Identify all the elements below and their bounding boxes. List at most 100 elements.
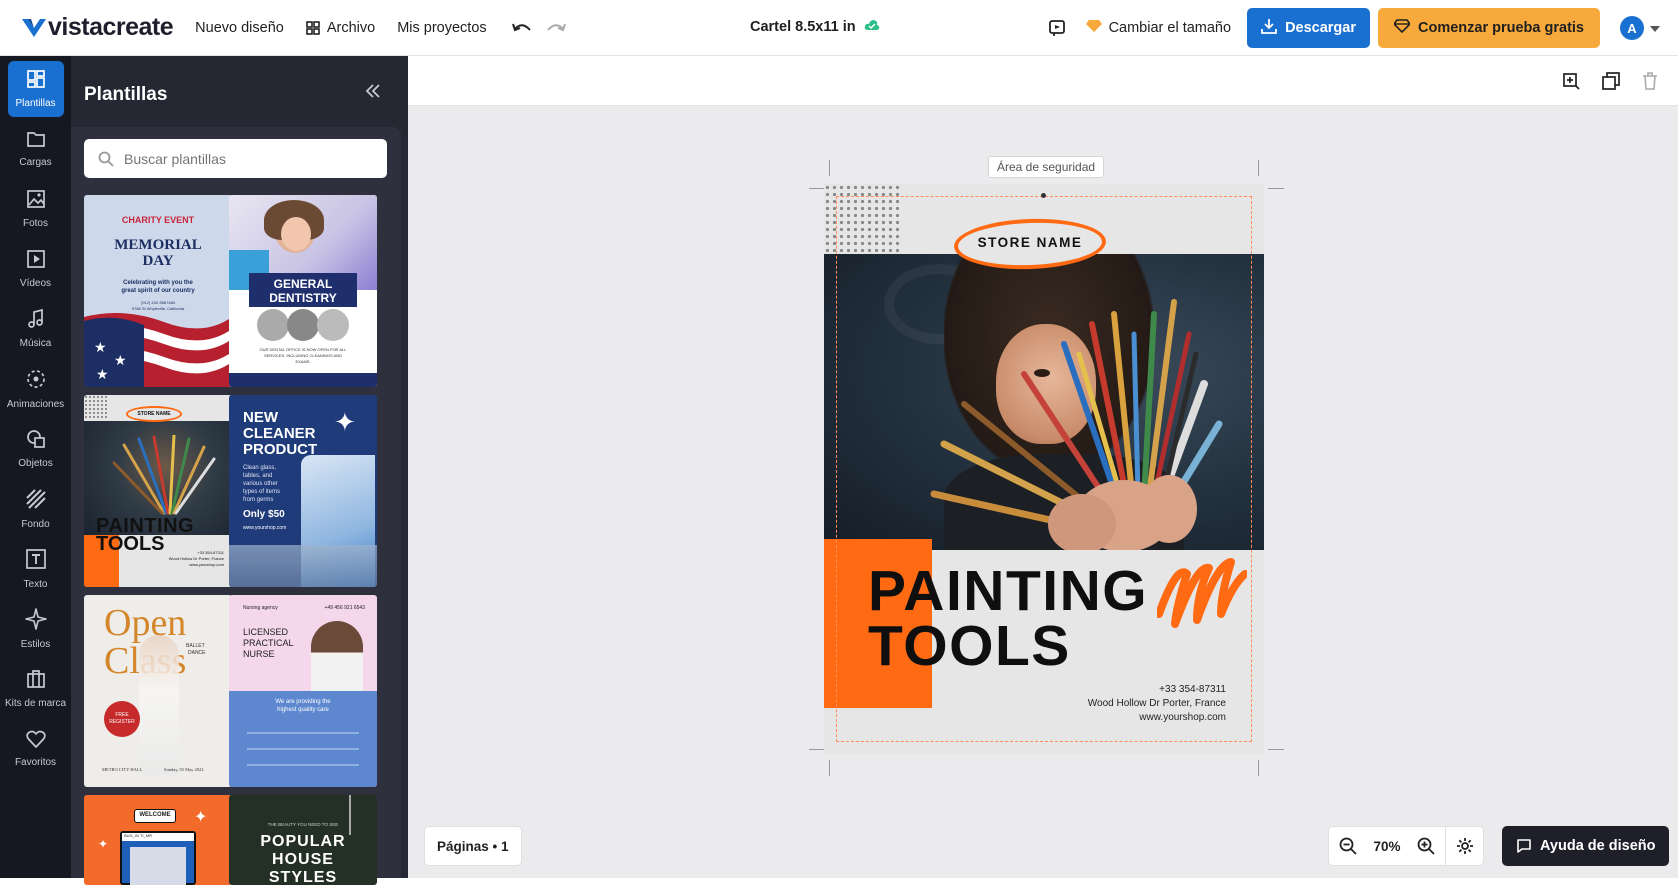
poster-page[interactable]: STORE NAME PAINTING TOOLS +33 354-87311 … (824, 184, 1264, 754)
search-icon (98, 151, 114, 167)
template-text: Wood Hollow Dr Porter, France (168, 556, 224, 561)
zoom-out-button[interactable] (1329, 826, 1367, 866)
redo-button[interactable] (545, 21, 567, 35)
sidebar-item-objects[interactable]: Objetos (0, 419, 71, 479)
my-projects-button[interactable]: Mis proyectos (397, 20, 486, 36)
gear-icon (1456, 838, 1473, 854)
sidebar-item-music[interactable]: Música (0, 299, 71, 359)
logo-text: vistacreate (48, 13, 174, 41)
nurse-image (311, 621, 363, 691)
sidebar-item-background[interactable]: Fondo (0, 479, 71, 539)
background-icon (25, 488, 47, 513)
sidebar-item-bg: Estilos (8, 601, 64, 657)
template-text: CHARITY EVENT (121, 215, 195, 225)
new-design-button[interactable]: Nuevo diseño (195, 20, 284, 36)
top-bar: vistacreate Nuevo diseño Archivo Mis pro… (0, 0, 1678, 56)
duplicate-page-button[interactable] (1602, 72, 1620, 95)
search-box[interactable] (84, 139, 387, 178)
template-painting-tools[interactable]: STORE NAME PAINTING TOOLS +33 354-87311 … (84, 395, 232, 587)
undo-button[interactable] (511, 21, 533, 35)
template-popular-house-styles[interactable]: THE BEAUTY YOU NEED TO SEE POPULAR HOUSE… (229, 795, 377, 885)
sidebar-item-text[interactable]: Texto (0, 539, 71, 599)
new-design-label: Nuevo diseño (195, 19, 284, 36)
template-licensed-practical-nurse[interactable]: Nursing agency +49 456 921 6543 LICENSED… (229, 595, 377, 787)
sidebar-item-heart[interactable]: Favoritos (0, 719, 71, 779)
chat-icon (1517, 839, 1531, 853)
download-button[interactable]: Descargar (1247, 8, 1370, 48)
zoom-level[interactable]: 70% (1367, 826, 1407, 866)
resize-button[interactable]: Cambiar el tamaño (1085, 19, 1232, 37)
sidebar-item-bg: Fotos (8, 181, 64, 237)
template-text: REGISTER (109, 719, 135, 725)
sidebar-item-video[interactable]: Vídeos (0, 239, 71, 299)
sidebar-item-bg: Cargas (8, 121, 64, 177)
comments-button[interactable] (1048, 19, 1066, 37)
resize-label: Cambiar el tamaño (1108, 20, 1232, 36)
sidebar-item-label: Fotos (22, 218, 48, 229)
collapse-panel-button[interactable] (365, 84, 381, 103)
template-text: SERVICES, INCLUDING CLEANINGS AND (264, 353, 342, 358)
start-trial-button[interactable]: Comenzar prueba gratis (1378, 8, 1600, 48)
template-memorial-day[interactable]: CHARITY EVENT MEMORIAL DAY Celebrating w… (84, 195, 232, 387)
dental-photos (257, 309, 349, 341)
music-icon (26, 308, 46, 332)
svg-text:★: ★ (96, 366, 109, 382)
video-icon (26, 249, 46, 272)
duplicate-icon (1602, 72, 1620, 90)
template-text: EXAMS. (295, 359, 311, 364)
template-text: highest quality care (277, 707, 329, 713)
dentistry-footer (229, 373, 377, 387)
zoom-settings-button[interactable] (1445, 826, 1483, 866)
zoom-in-button[interactable] (1407, 826, 1445, 866)
sidebar-item-photo[interactable]: Fotos (0, 179, 71, 239)
template-open-class[interactable]: Open Class BALLET DANCE FREE REGISTER ME… (84, 595, 232, 787)
search-input[interactable] (124, 150, 364, 167)
add-page-button[interactable] (1562, 72, 1580, 95)
dentistry-title-box: GENERAL DENTISTRY (249, 273, 357, 307)
sidebar-item-templates[interactable]: Plantillas (0, 59, 71, 119)
template-general-dentistry[interactable]: GENERAL DENTISTRY OUR DENTAL OFFICE IS N… (229, 195, 377, 387)
template-welcome[interactable]: WELCOME BUG_IN TI_MR ✦ ✦ (84, 795, 232, 885)
text-icon (25, 548, 47, 573)
sidebar-item-label: Vídeos (19, 278, 52, 289)
template-text: NURSE (243, 649, 275, 659)
brand-kit-icon (26, 669, 46, 692)
avatar[interactable]: A (1620, 16, 1644, 40)
pages-button[interactable]: Páginas • 1 (424, 826, 522, 866)
sidebar-item-styles[interactable]: Estilos (0, 599, 71, 659)
template-text: MEMORIAL (114, 237, 202, 253)
styles-icon (24, 608, 47, 633)
sidebar-item-folder[interactable]: Cargas (0, 119, 71, 179)
svg-text:★: ★ (94, 339, 107, 355)
logo[interactable]: vistacreate (22, 13, 174, 42)
template-text: www.yourshop.com (243, 525, 287, 531)
delete-page-button[interactable] (1642, 72, 1658, 95)
nurse-list (247, 723, 359, 773)
design-help-button[interactable]: Ayuda de diseño (1502, 826, 1670, 866)
template-text: LICENSED (243, 627, 289, 637)
sidebar-item-label: Música (19, 338, 52, 349)
zoom-controls: 70% (1328, 826, 1484, 866)
present-icon (1048, 20, 1065, 36)
pages-label: Páginas • 1 (437, 838, 509, 854)
dot-pattern (84, 395, 108, 419)
template-new-cleaner-product[interactable]: NEW CLEANER PRODUCT ✦ Clean glass, table… (229, 395, 377, 587)
zoom-out-icon (1339, 837, 1357, 855)
template-text: We are providing the (275, 699, 331, 705)
design-help-label: Ayuda de diseño (1540, 838, 1656, 854)
document-title[interactable]: Cartel 8.5x11 in (750, 19, 880, 35)
canvas-area: Área de seguridad STORE NAME PAINTING TO… (408, 56, 1678, 878)
template-text: STYLES (268, 869, 338, 885)
chevron-down-icon[interactable] (1650, 19, 1660, 37)
zoom-in-icon (1417, 837, 1435, 855)
sidebar-item-bg: Plantillas (7, 61, 64, 117)
template-text: HOUSE (272, 851, 334, 868)
undo-icon (511, 21, 533, 35)
file-menu-button[interactable]: Archivo (306, 20, 375, 36)
sidebar-item-animation[interactable]: Animaciones (0, 359, 71, 419)
sidebar-item-brand-kit[interactable]: Kits de marca (0, 659, 71, 719)
template-text: from germs (243, 497, 274, 503)
download-label: Descargar (1285, 20, 1356, 36)
template-text: tables, and (243, 473, 273, 479)
avatar-initial: A (1627, 20, 1637, 36)
